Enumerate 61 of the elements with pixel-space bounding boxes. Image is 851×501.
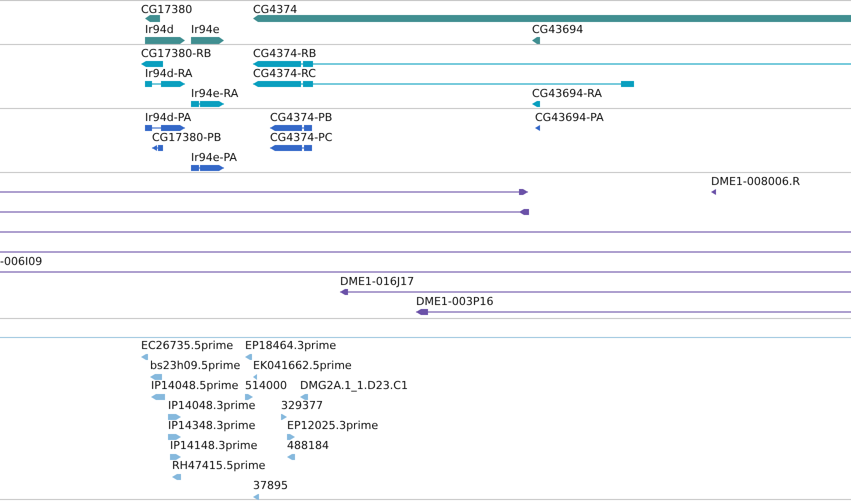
feature-label: DME1-016J17	[340, 275, 414, 288]
feature-glyph[interactable]	[191, 165, 224, 171]
feature-label: EP18464.3prime	[245, 339, 336, 352]
feature-label: CG4374	[253, 3, 298, 16]
feature-label: 514000	[245, 379, 287, 392]
feature-label: 488184	[287, 439, 329, 452]
feature-label: EP12025.3prime	[287, 419, 378, 432]
feature-label: Ir94d-RA	[145, 67, 192, 80]
feature-label: IP14348.3prime	[168, 419, 256, 432]
feature-glyph[interactable]	[145, 125, 185, 131]
feature-label: -006I09	[0, 255, 42, 268]
feature-glyph[interactable]	[270, 125, 312, 131]
feature-label: Ir94e	[191, 23, 220, 36]
feature-label: Ir94e-PA	[191, 151, 237, 164]
feature-glyph[interactable]	[532, 101, 540, 107]
feature-label: RH47415.5prime	[172, 459, 266, 472]
feature-label: CG17380-RB	[141, 47, 212, 60]
feature-label: CG17380	[141, 3, 192, 16]
feature-glyph[interactable]	[145, 14, 160, 22]
feature-label: CG4374-PC	[270, 131, 332, 144]
feature-glyph[interactable]	[145, 81, 185, 87]
feature-label: DME1-008006.R	[711, 175, 800, 188]
feature-label: bs23h09.5prime	[150, 359, 240, 372]
feature-glyph[interactable]	[0, 229, 851, 235]
feature-label: IP14148.3prime	[170, 439, 258, 452]
feature-label: CG43694	[532, 23, 584, 36]
feature-label: CG17380-PB	[152, 131, 222, 144]
feature-glyph[interactable]	[0, 189, 528, 195]
feature-glyph[interactable]	[711, 189, 716, 195]
feature-glyph[interactable]	[145, 36, 185, 44]
feature-glyph[interactable]	[340, 289, 851, 295]
feature-glyph[interactable]	[152, 145, 163, 151]
feature-label: DME1-003P16	[416, 295, 494, 308]
feature-glyph[interactable]	[253, 61, 851, 67]
feature-label: Ir94d	[145, 23, 174, 36]
feature-label: CG4374-RC	[253, 67, 316, 80]
feature-label: CG43694-PA	[535, 111, 604, 124]
feature-glyph[interactable]	[253, 14, 851, 22]
feature-label: IP14048.3prime	[168, 399, 256, 412]
feature-label: IP14048.5prime	[151, 379, 238, 392]
feature-label: Ir94d-PA	[145, 111, 192, 124]
feature-glyph[interactable]	[253, 81, 634, 87]
feature-glyph[interactable]	[0, 269, 851, 275]
feature-label: CG4374-RB	[253, 47, 316, 60]
feature-label: 329377	[281, 399, 323, 412]
feature-label: EK041662.5prime	[253, 359, 352, 372]
feature-glyph[interactable]	[532, 36, 540, 44]
feature-glyph[interactable]	[535, 125, 540, 131]
feature-label: Ir94e-RA	[191, 87, 238, 100]
feature-glyph[interactable]	[191, 36, 224, 44]
feature-glyph[interactable]	[270, 145, 312, 151]
feature-glyph[interactable]	[0, 249, 851, 255]
feature-label: EC26735.5prime	[141, 339, 234, 352]
feature-glyph[interactable]	[416, 309, 851, 315]
feature-label: DMG2A.1_1.D23.C1	[300, 379, 408, 392]
feature-glyph[interactable]	[0, 209, 529, 215]
feature-glyph[interactable]	[141, 61, 163, 67]
feature-label: CG43694-RA	[532, 87, 602, 100]
feature-label: 37895	[253, 479, 288, 492]
feature-label: CG4374-PB	[270, 111, 332, 124]
feature-glyph[interactable]	[191, 101, 224, 107]
